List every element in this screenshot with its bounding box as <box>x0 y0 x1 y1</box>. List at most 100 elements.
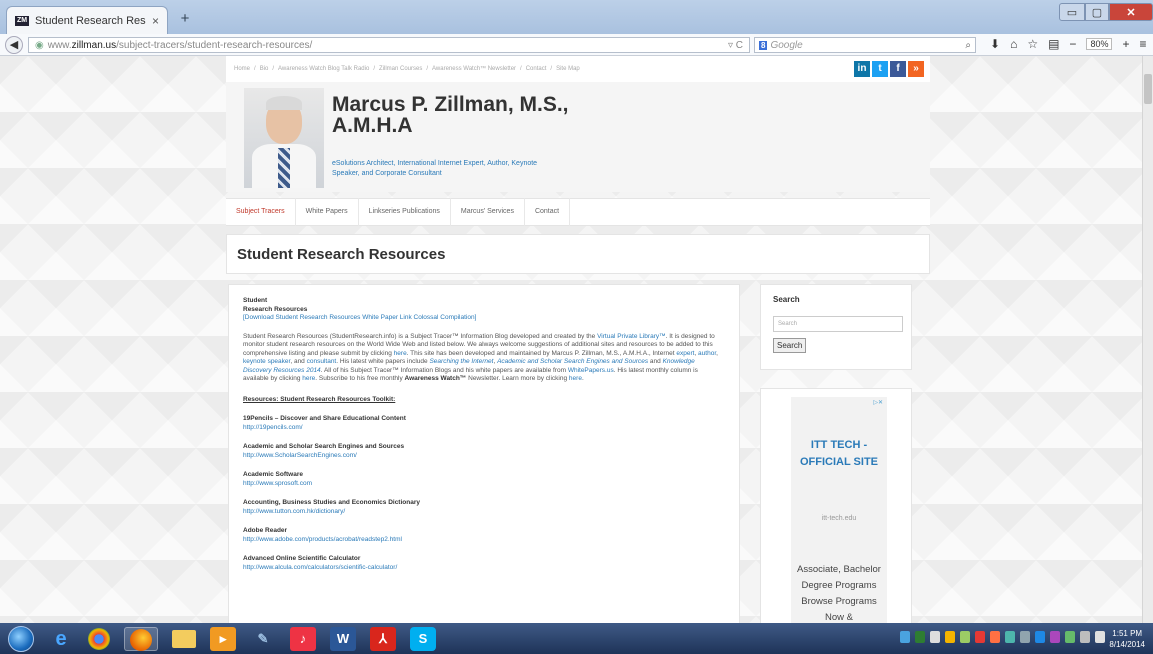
site-tagline: eSolutions Architect, International Inte… <box>332 160 538 177</box>
network-icon[interactable] <box>1080 631 1090 643</box>
top-link-separator: / <box>254 66 256 72</box>
resource-link[interactable]: http://www.ScholarSearchEngines.com/ <box>243 452 725 461</box>
zoom-level[interactable]: 80% <box>1086 38 1113 50</box>
keynote-link[interactable]: keynote speaker <box>243 358 290 365</box>
new-tab-button[interactable]: + <box>176 10 194 28</box>
internet-explorer-icon[interactable]: e <box>48 627 74 651</box>
author-link[interactable]: author <box>698 350 716 357</box>
search-bar[interactable]: 8 Google ⌕ <box>754 37 976 53</box>
address-bar[interactable]: ◉ www. zillman.us/subject-tracers/student… <box>28 37 750 53</box>
list-item: 19Pencils – Discover and Share Education… <box>243 415 725 432</box>
download-white-paper-link[interactable]: [Download Student Research Resources Whi… <box>243 314 476 321</box>
tray-icon[interactable] <box>1035 631 1045 643</box>
minimize-button[interactable]: ▭ <box>1059 3 1085 21</box>
file-explorer-icon[interactable] <box>172 629 196 648</box>
tray-icon[interactable] <box>915 631 925 643</box>
tray-icon[interactable] <box>930 631 940 643</box>
ad-title[interactable]: ITT TECH - OFFICIAL SITE <box>791 397 887 471</box>
media-player-icon[interactable]: ▸ <box>210 626 236 651</box>
maximize-button[interactable]: ▢ <box>1085 3 1109 21</box>
menu-item-subject-tracers[interactable]: Subject Tracers <box>226 198 296 226</box>
browser-tab[interactable]: ZM Student Research Resource... × <box>6 6 168 34</box>
reload-icon[interactable]: ▿ C <box>728 40 743 51</box>
zoom-in-button[interactable]: + <box>1122 37 1129 51</box>
site-identity-icon[interactable]: ◉ <box>35 40 44 51</box>
linkedin-icon[interactable]: in <box>854 61 870 77</box>
menu-icon[interactable]: ≡ <box>1139 37 1146 51</box>
top-link-home[interactable]: Home <box>234 66 250 72</box>
url-path: /subject-tracers/student-research-resour… <box>116 39 313 51</box>
home-icon[interactable]: ⌂ <box>1010 37 1017 51</box>
column-here-link[interactable]: here <box>302 375 315 382</box>
skype-icon[interactable]: S <box>410 626 436 651</box>
volume-icon[interactable] <box>1095 631 1105 643</box>
top-link-newsletter[interactable]: Awareness Watch™ Newsletter <box>432 66 516 72</box>
resource-link[interactable]: http://www.sprosoft.com <box>243 480 725 489</box>
zoom-out-button[interactable]: − <box>1069 37 1076 51</box>
itunes-icon[interactable]: ♪ <box>290 626 316 651</box>
site-author-name[interactable]: Marcus P. Zillman, M.S., A.M.H.A <box>332 94 592 136</box>
resource-link[interactable]: http://www.alcula.com/calculators/scient… <box>243 564 725 573</box>
system-clock[interactable]: 1:51 PM 8/14/2014 <box>1109 628 1145 650</box>
start-button[interactable] <box>8 625 34 652</box>
tray-icon[interactable] <box>900 631 910 643</box>
site-search-input[interactable]: Search <box>773 316 903 332</box>
resource-link[interactable]: http://www.adobe.com/products/acrobat/re… <box>243 536 725 545</box>
word-icon[interactable]: W <box>330 626 356 651</box>
advertisement[interactable]: ▷✕ ITT TECH - OFFICIAL SITE itt-tech.edu… <box>791 397 887 623</box>
tray-icon[interactable] <box>1020 631 1030 643</box>
site-search-button[interactable]: Search <box>773 338 807 353</box>
tray-icon[interactable] <box>975 631 985 643</box>
resource-link[interactable]: http://19pencils.com/ <box>243 424 725 433</box>
tray-icon[interactable] <box>945 631 955 643</box>
menu-item-services[interactable]: Marcus' Services <box>451 198 525 226</box>
search-submit-icon[interactable]: ⌕ <box>965 40 971 51</box>
menu-item-white-papers[interactable]: White Papers <box>296 198 359 226</box>
expert-link[interactable]: expert <box>676 350 694 357</box>
google-engine-icon[interactable]: 8 <box>759 40 768 50</box>
download-icon[interactable]: ⬇ <box>990 37 1000 51</box>
sidebar: Search Search Search ▷✕ ITT TECH - OFFIC… <box>760 284 912 623</box>
intro-text: Student Research Resources (StudentResea… <box>243 332 598 340</box>
top-link-radio[interactable]: Awareness Watch Blog Talk Radio <box>278 66 369 72</box>
twitter-icon[interactable]: t <box>872 61 888 77</box>
menu-item-linkseries[interactable]: Linkseries Publications <box>359 198 451 226</box>
whitepapers-us-link[interactable]: WhitePapers.us <box>568 367 614 374</box>
top-link-contact[interactable]: Contact <box>526 66 547 72</box>
tray-icon[interactable] <box>1005 631 1015 643</box>
search-widget-title: Search <box>773 295 800 304</box>
facebook-icon[interactable]: f <box>890 61 906 77</box>
intro-paragraph: Student Research Resources (StudentResea… <box>243 333 725 384</box>
tray-icon[interactable] <box>1050 631 1060 643</box>
back-button[interactable]: ◀ <box>5 35 23 54</box>
top-link-sitemap[interactable]: Site Map <box>556 66 580 72</box>
menu-item-contact[interactable]: Contact <box>525 198 571 226</box>
tray-icon[interactable] <box>1065 631 1075 643</box>
ad-choices-icon[interactable]: ▷✕ <box>873 399 883 406</box>
learn-more-link[interactable]: here <box>569 375 582 382</box>
top-link-bio[interactable]: Bio <box>260 66 269 72</box>
vertical-scrollbar[interactable] <box>1142 56 1153 623</box>
rss-icon[interactable]: » <box>908 61 924 77</box>
scrollbar-thumb[interactable] <box>1144 74 1152 104</box>
white-paper-link[interactable]: Searching the Internet <box>429 358 493 365</box>
vpl-link[interactable]: Virtual Private Library™ <box>597 333 666 340</box>
tab-close-icon[interactable]: × <box>152 14 159 28</box>
tray-icon[interactable] <box>960 631 970 643</box>
white-paper-link[interactable]: Academic and Scholar Search Engines and … <box>497 358 648 365</box>
social-links: in t f » <box>854 61 924 77</box>
resource-link[interactable]: http://www.tutton.com.hk/dictionary/ <box>243 508 725 517</box>
consultant-link[interactable]: consultant <box>307 358 337 365</box>
reader-icon[interactable]: ▤ <box>1048 37 1059 51</box>
tray-icon[interactable] <box>990 631 1000 643</box>
chrome-icon[interactable] <box>88 627 110 650</box>
close-window-button[interactable]: ✕ <box>1109 3 1153 21</box>
tab-title: Student Research Resource... <box>35 14 146 27</box>
bookmark-star-icon[interactable]: ☆ <box>1027 37 1038 51</box>
intro-text: . Subscribe to his free monthly <box>315 375 405 382</box>
top-link-courses[interactable]: Zillman Courses <box>379 66 422 72</box>
paint-icon[interactable]: ✎ <box>250 627 276 651</box>
acrobat-icon[interactable]: ⅄ <box>370 626 396 651</box>
firefox-taskbar-button[interactable] <box>124 626 158 651</box>
submit-here-link[interactable]: here <box>394 350 407 357</box>
